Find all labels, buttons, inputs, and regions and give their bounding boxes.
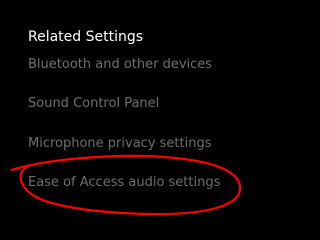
microphone-privacy-link[interactable]: Microphone privacy settings <box>28 136 212 152</box>
related-settings-panel: Related Settings Bluetooth and other dev… <box>0 0 250 224</box>
ease-of-access-audio-link[interactable]: Ease of Access audio settings <box>28 175 220 191</box>
related-settings-heading: Related Settings <box>28 29 144 45</box>
bluetooth-devices-link[interactable]: Bluetooth and other devices <box>28 57 212 73</box>
sound-control-panel-link[interactable]: Sound Control Panel <box>28 96 159 112</box>
